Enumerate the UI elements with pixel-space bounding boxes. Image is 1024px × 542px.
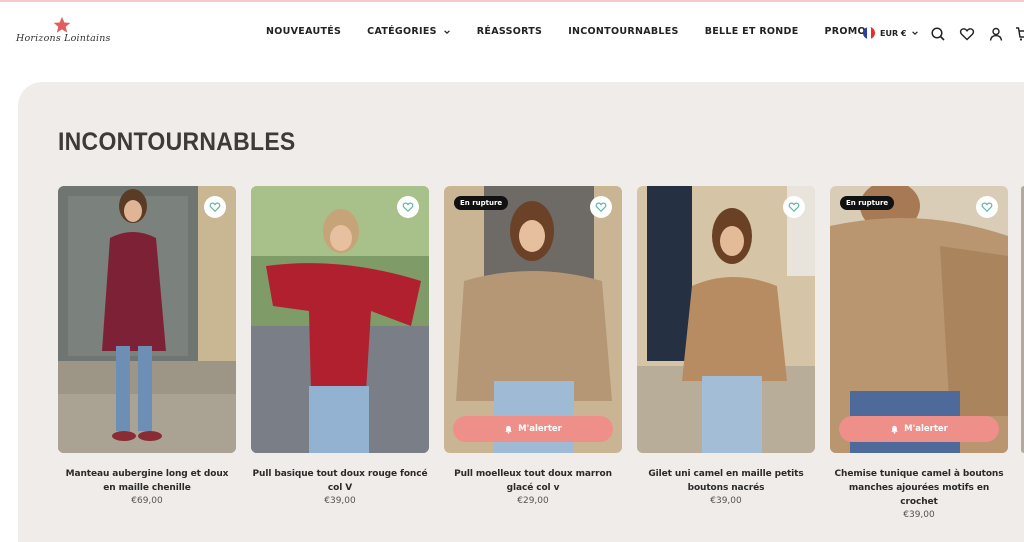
logo-text: Horizons Lointains (16, 33, 111, 44)
bell-icon (891, 425, 898, 434)
wishlist-button[interactable] (397, 196, 419, 218)
heart-icon[interactable] (959, 26, 975, 42)
product-card[interactable]: Pull basique tout doux rouge foncé col V… (251, 186, 429, 506)
account-icon[interactable] (988, 26, 1004, 42)
product-image[interactable] (251, 186, 429, 453)
product-image[interactable] (637, 186, 815, 453)
site-header: Horizons Lointains NOUVEAUTÉS CATÉGORIES… (0, 2, 1024, 64)
brand-logo[interactable]: Horizons Lointains (16, 16, 112, 56)
product-card[interactable]: En rupture M'alerter Pull moelleux tout … (444, 186, 622, 506)
product-price: €29,00 (517, 496, 549, 506)
product-image[interactable]: En rupture M'alerter (444, 186, 622, 453)
wishlist-button[interactable] (783, 196, 805, 218)
nav-item-categories[interactable]: CATÉGORIES (367, 26, 451, 37)
product-price: €69,00 (131, 496, 163, 506)
product-title[interactable]: Chemise tunique camel à boutons manches … (830, 467, 1008, 509)
nav-item-incontournables[interactable]: INCONTOURNABLES (568, 26, 679, 37)
heart-icon (209, 202, 221, 212)
chevron-down-icon (912, 31, 919, 36)
product-image[interactable] (58, 186, 236, 453)
nav-item-reassorts[interactable]: RÉASSORTS (477, 26, 542, 37)
product-title[interactable]: Gilet uni camel en maille petits boutons… (637, 467, 815, 495)
product-price: €39,00 (324, 496, 356, 506)
product-section: INCONTOURNABLES Manteau aubergine long e… (18, 82, 1024, 542)
nav-item-belle-et-ronde[interactable]: BELLE ET RONDE (705, 26, 799, 37)
product-card[interactable]: Manteau aubergine long et doux en maille… (58, 186, 236, 506)
product-title[interactable]: Pull basique tout doux rouge foncé col V (251, 467, 429, 495)
wishlist-button[interactable] (976, 196, 998, 218)
heart-icon (402, 202, 414, 212)
alert-me-button[interactable]: M'alerter (453, 416, 613, 442)
product-title[interactable]: Manteau aubergine long et doux en maille… (58, 467, 236, 495)
main-nav: NOUVEAUTÉS CATÉGORIES RÉASSORTS INCONTOU… (266, 26, 873, 37)
wishlist-button[interactable] (590, 196, 612, 218)
heart-icon (788, 202, 800, 212)
france-flag-icon (863, 27, 875, 39)
chevron-down-icon (443, 29, 450, 34)
product-photo (58, 186, 236, 453)
out-of-stock-badge: En rupture (840, 196, 895, 210)
product-photo (444, 186, 622, 453)
currency-selector[interactable]: EUR € (863, 27, 919, 39)
alert-me-button[interactable]: M'alerter (839, 416, 999, 442)
heart-icon (595, 202, 607, 212)
search-icon[interactable] (930, 26, 946, 42)
out-of-stock-badge: En rupture (454, 196, 509, 210)
product-image[interactable]: En rupture M'alerter (830, 186, 1008, 453)
star-icon (53, 16, 71, 33)
product-card[interactable]: En rupture M'alerter Chemise tunique cam… (830, 186, 1008, 520)
product-title[interactable]: Pull moelleux tout doux marron glacé col… (444, 467, 622, 495)
product-photo (830, 186, 1008, 453)
product-price: €39,00 (710, 496, 742, 506)
product-price: €39,00 (903, 510, 935, 520)
heart-icon (981, 202, 993, 212)
product-card[interactable]: Gilet uni camel en maille petits boutons… (637, 186, 815, 506)
product-photo (637, 186, 815, 453)
product-photo (251, 186, 429, 453)
bell-icon (505, 425, 512, 434)
cart-icon[interactable] (1015, 26, 1024, 42)
nav-item-nouveautes[interactable]: NOUVEAUTÉS (266, 26, 341, 37)
wishlist-button[interactable] (204, 196, 226, 218)
section-title: INCONTOURNABLES (58, 128, 296, 156)
